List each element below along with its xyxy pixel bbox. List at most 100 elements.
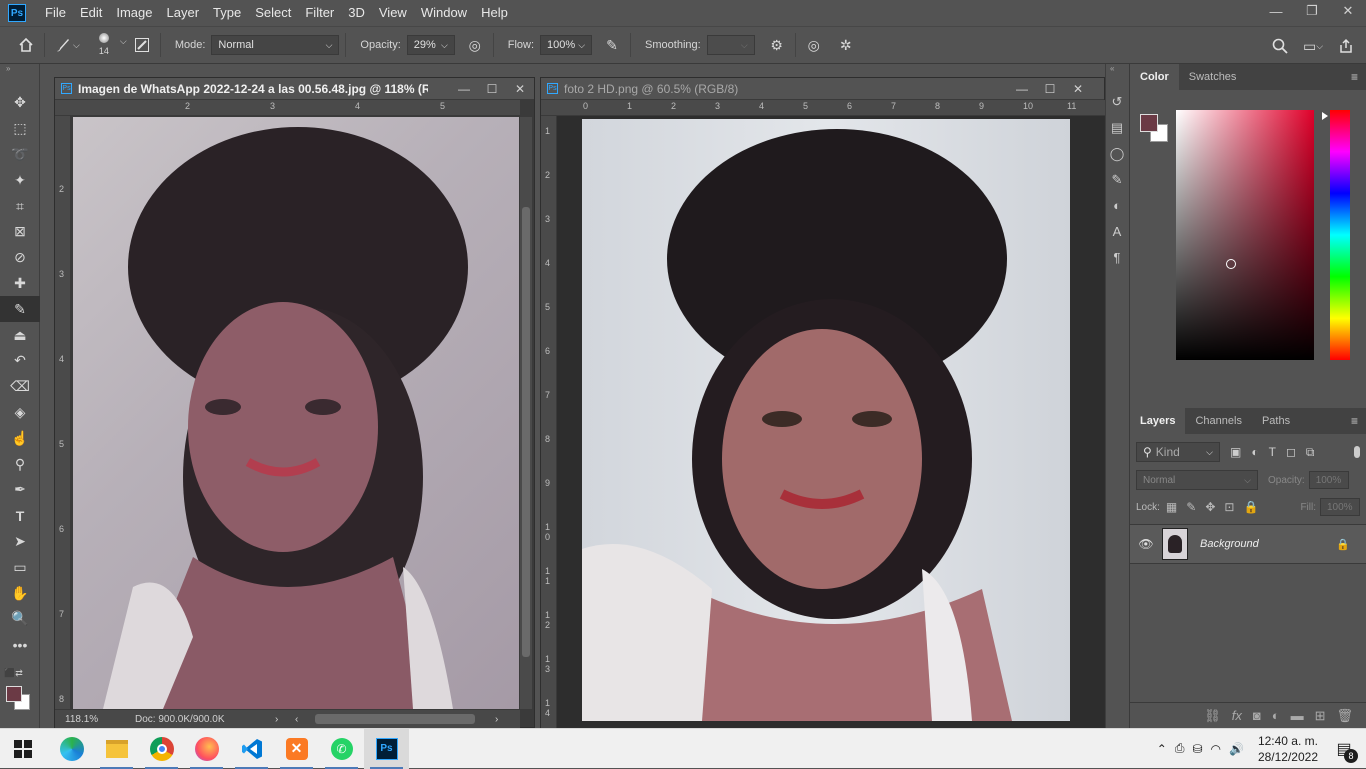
opacity-field[interactable]: 29% ⌵ (406, 35, 455, 55)
brush-size-picker[interactable]: 14 ⌵ (90, 30, 130, 60)
chrome-icon[interactable] (139, 729, 184, 769)
zoom-icon[interactable]: 🔍 (0, 606, 40, 632)
layer-row-background[interactable]: 👁 Background 🔒 (1130, 524, 1366, 564)
smudge-icon[interactable]: ☝ (0, 425, 40, 451)
history-icon[interactable]: ↺ (1106, 89, 1128, 115)
tab-color[interactable]: Color (1130, 64, 1179, 90)
airbrush-icon[interactable]: ✎ (600, 33, 624, 57)
hue-slider-handle[interactable] (1322, 112, 1328, 120)
minimize-icon[interactable]: — (1258, 0, 1294, 22)
adjustment-layer-icon[interactable]: ◐ (1272, 708, 1280, 723)
minimize-icon[interactable]: — (1008, 78, 1036, 100)
brush-icon[interactable]: ✎ (0, 296, 40, 323)
paint-bucket-icon[interactable]: ◈ (0, 400, 40, 426)
layer-kind-filter[interactable]: ⚲ Kind ⌵ (1136, 442, 1220, 462)
layer-opacity-field[interactable]: 100% (1308, 471, 1349, 489)
menu-view[interactable]: View (372, 0, 414, 26)
document-tab-2[interactable]: Ps foto 2 HD.png @ 60.5% (RGB/8) — ☐ ✕ (541, 78, 1104, 100)
healing-icon[interactable]: ✚ (0, 271, 40, 297)
meet-now-icon[interactable]: ⎙ (1175, 741, 1185, 756)
notification-center-icon[interactable]: ▤ 8 (1332, 737, 1358, 763)
menu-window[interactable]: Window (414, 0, 474, 26)
tab-swatches[interactable]: Swatches (1179, 64, 1247, 90)
symmetry-icon[interactable]: ✲ (834, 33, 858, 57)
close-icon[interactable]: ✕ (1330, 0, 1366, 22)
file-explorer-icon[interactable] (94, 729, 139, 769)
rectangle-icon[interactable]: ▭ (0, 554, 40, 580)
hand-icon[interactable]: ✋ (0, 580, 40, 606)
brush-settings-icon[interactable]: ◐ (1106, 193, 1128, 219)
menu-help[interactable]: Help (474, 0, 515, 26)
menu-select[interactable]: Select (248, 0, 298, 26)
xampp-icon[interactable]: ✕ (274, 729, 319, 769)
history-brush-icon[interactable]: ↶ (0, 348, 40, 374)
saturation-brightness-field[interactable] (1176, 110, 1314, 360)
shape-filter-icon[interactable]: ◻ (1286, 445, 1306, 459)
zoom-level[interactable]: 118.1% (55, 714, 135, 725)
lock-position-icon[interactable]: ✥ (1205, 500, 1224, 514)
tab-layers[interactable]: Layers (1130, 408, 1186, 434)
menu-filter[interactable]: Filter (298, 0, 341, 26)
swap-colors-icon[interactable]: ⬛⇄ (4, 668, 23, 679)
adjustments-icon[interactable]: ◯ (1106, 141, 1128, 167)
fx-icon[interactable]: fx (1232, 708, 1242, 723)
filter-toggle[interactable] (1354, 446, 1360, 458)
windows-start-icon[interactable] (0, 729, 45, 769)
frame-icon[interactable]: ⊠ (0, 219, 40, 245)
search-icon[interactable] (1268, 34, 1292, 58)
type-filter-icon[interactable]: T (1269, 445, 1286, 459)
photo-canvas-2[interactable] (582, 119, 1070, 721)
vscode-icon[interactable] (229, 729, 274, 769)
edge-icon[interactable] (49, 729, 94, 769)
chevron-up-icon[interactable]: ⌃ (1157, 742, 1167, 756)
eyedropper-icon[interactable]: ⊘ (0, 245, 40, 271)
brush-settings-toggle-icon[interactable] (130, 33, 154, 57)
vertical-scrollbar[interactable] (520, 117, 532, 709)
quick-select-icon[interactable]: ✦ (0, 167, 40, 193)
adjustment-filter-icon[interactable]: ◐ (1251, 445, 1268, 459)
menu-edit[interactable]: Edit (73, 0, 109, 26)
workspace-icon[interactable]: ▭ ⌵ (1296, 34, 1330, 58)
menu-type[interactable]: Type (206, 0, 248, 26)
foreground-color-swatch[interactable] (6, 686, 22, 702)
menu-3d[interactable]: 3D (341, 0, 372, 26)
volume-icon[interactable]: 🔊 (1229, 742, 1244, 756)
panel-menu-icon[interactable]: ≡ (1351, 414, 1358, 428)
color-picker-cursor[interactable] (1226, 259, 1236, 269)
path-select-icon[interactable]: ➤ (0, 529, 40, 555)
collapse-panels-icon[interactable]: « (1106, 64, 1128, 73)
panel-menu-icon[interactable]: ≡ (1351, 70, 1358, 84)
stamp-icon[interactable]: ⏏ (0, 322, 40, 348)
eraser-icon[interactable]: ⌫ (0, 374, 40, 400)
mode-select[interactable]: Normal ⌵ (211, 35, 340, 55)
visibility-eye-icon[interactable]: 👁 (1130, 537, 1162, 551)
photo-canvas-1[interactable] (73, 117, 519, 709)
network-icon[interactable]: ⛁ (1192, 742, 1202, 756)
blend-mode-select[interactable]: Normal ⌵ (1136, 470, 1258, 490)
clock[interactable]: 12:40 a. m. 28/12/2022 (1258, 733, 1318, 765)
firefox-icon[interactable] (184, 729, 229, 769)
lock-artboard-icon[interactable]: ⊡ (1224, 500, 1243, 514)
pen-icon[interactable]: ✒ (0, 477, 40, 503)
add-mask-icon[interactable]: ◙ (1253, 708, 1261, 723)
minimize-icon[interactable]: — (450, 78, 478, 100)
marquee-icon[interactable]: ⬚ (0, 116, 40, 142)
type-icon[interactable]: T (0, 503, 40, 529)
chevron-right-icon[interactable]: › (275, 714, 295, 725)
new-group-icon[interactable]: ▬ (1291, 708, 1304, 723)
maximize-icon[interactable]: ☐ (1036, 78, 1064, 100)
photoshop-icon[interactable]: Ps (364, 728, 409, 769)
more-icon[interactable]: ••• (0, 632, 40, 658)
character-icon[interactable]: A (1106, 219, 1128, 245)
menu-layer[interactable]: Layer (160, 0, 207, 26)
link-layers-icon[interactable]: ⛓ (1204, 708, 1221, 724)
lasso-icon[interactable]: ➰ (0, 142, 40, 168)
collapse-toolbar-icon[interactable]: » (0, 64, 39, 74)
horizontal-scrollbar[interactable] (315, 714, 475, 724)
document-tab-1[interactable]: Ps Imagen de WhatsApp 2022-12-24 a las 0… (55, 78, 534, 100)
properties-icon[interactable]: ▤ (1106, 115, 1128, 141)
flow-field[interactable]: 100% ⌵ (540, 35, 593, 55)
pressure-size-icon[interactable]: ◎ (802, 33, 826, 57)
restore-icon[interactable]: ❐ (1294, 0, 1330, 22)
dodge-icon[interactable]: ⚲ (0, 451, 40, 477)
